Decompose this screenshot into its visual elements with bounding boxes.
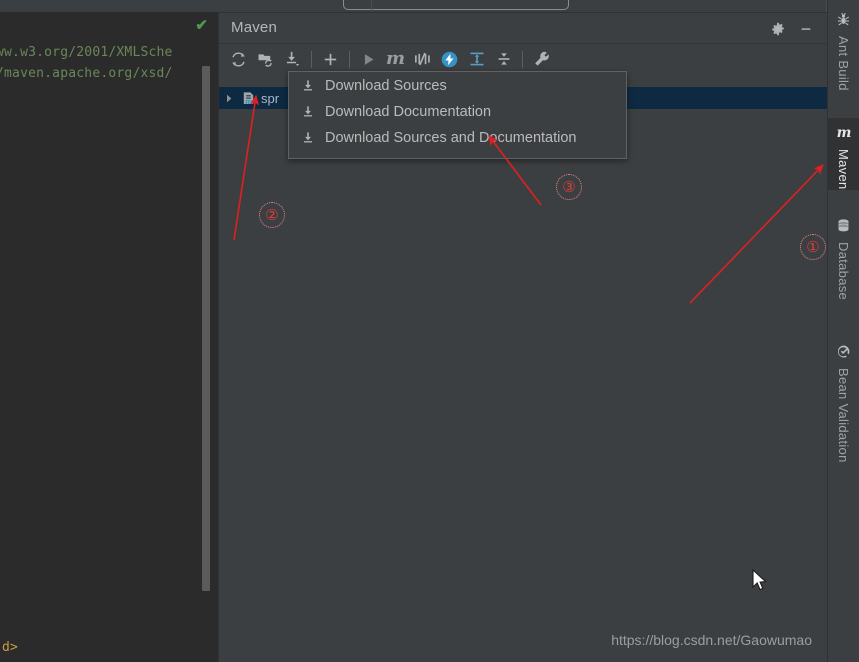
toolbar-separator — [311, 50, 312, 68]
code-line: /maven.apache.org/xsd/ — [0, 66, 173, 81]
annotation-marker-1: ① — [800, 234, 826, 260]
toolbar-separator — [349, 50, 350, 68]
sidebar-item-maven[interactable]: m Maven — [828, 118, 859, 190]
search-field-remnant[interactable] — [343, 0, 569, 10]
toolbar-divider — [371, 0, 372, 12]
menu-item-download-sources[interactable]: Download Sources — [289, 73, 626, 99]
sidebar-item-ant-build[interactable]: Ant Build — [828, 6, 859, 91]
sidebar-item-label: Ant Build — [836, 36, 851, 91]
database-icon — [836, 218, 851, 238]
m-icon: m — [835, 124, 853, 145]
maven-tool-window-title: Maven — [231, 19, 278, 36]
menu-item-download-documentation[interactable]: Download Documentation — [289, 99, 626, 125]
menu-item-label: Download Documentation — [325, 104, 492, 120]
maven-tool-window-header: Maven — [219, 13, 828, 43]
menu-item-label: Download Sources and Documentation — [325, 130, 577, 146]
watermark-text: https://blog.csdn.net/Gaowumao — [611, 632, 812, 648]
run-icon[interactable] — [355, 46, 382, 72]
download-icon — [297, 105, 319, 119]
sidebar-item-database[interactable]: Database — [828, 212, 859, 300]
sidebar-item-bean-validation[interactable]: Bean Validation — [828, 338, 859, 463]
ide-root: ✔ ww.w3.org/2001/XMLSche /maven.apache.o… — [0, 0, 859, 662]
ant-icon — [836, 12, 851, 32]
maven-projects-tree[interactable]: m spr https://blog.csdn.net/Gaowumao — [219, 74, 828, 662]
svg-text:m: m — [836, 125, 851, 140]
editor-top-strip — [0, 0, 218, 12]
sidebar-item-label: Database — [836, 242, 851, 301]
maven-settings-icon[interactable] — [528, 46, 555, 72]
gear-icon[interactable] — [768, 19, 788, 39]
sidebar-item-label: Bean Validation — [836, 368, 851, 463]
editor-pane[interactable]: ✔ ww.w3.org/2001/XMLSche /maven.apache.o… — [0, 12, 218, 662]
collapse-all-icon[interactable] — [490, 46, 517, 72]
tree-expander-icon[interactable] — [219, 94, 239, 103]
download-icon — [297, 131, 319, 145]
toggle-offline-mode-icon[interactable] — [436, 46, 463, 72]
minimize-icon[interactable] — [796, 19, 816, 39]
editor-scrollbar-thumb[interactable] — [202, 66, 210, 591]
right-tool-stripe: Ant Build m Maven Database Bean Validati… — [827, 0, 859, 662]
expand-all-icon[interactable] — [463, 46, 490, 72]
add-maven-project-icon[interactable] — [317, 46, 344, 72]
code-line: ww.w3.org/2001/XMLSche — [0, 45, 173, 60]
download-icon — [297, 79, 319, 93]
sidebar-item-label: Maven — [836, 149, 851, 190]
toolbar-separator — [522, 50, 523, 68]
folder-refresh-icon[interactable] — [252, 46, 279, 72]
tree-root-label: spr — [261, 90, 280, 106]
maven-project-icon: m — [239, 91, 257, 106]
annotation-marker-2: ② — [259, 202, 285, 228]
download-context-menu[interactable]: Download Sources Download Documentation … — [288, 71, 627, 159]
skip-tests-icon[interactable] — [409, 46, 436, 72]
menu-item-download-sources-and-documentation[interactable]: Download Sources and Documentation — [289, 125, 626, 151]
mouse-cursor — [752, 569, 767, 591]
reimport-icon[interactable] — [225, 46, 252, 72]
download-sources-icon[interactable] — [279, 46, 306, 72]
annotation-marker-3: ③ — [556, 174, 582, 200]
editor-scrollbar[interactable] — [202, 12, 214, 662]
execute-maven-goal-icon[interactable]: m — [382, 46, 409, 72]
code-line: d> — [2, 640, 19, 655]
bean-icon — [836, 344, 851, 364]
svg-text:m: m — [245, 97, 252, 106]
menu-item-label: Download Sources — [325, 78, 447, 94]
